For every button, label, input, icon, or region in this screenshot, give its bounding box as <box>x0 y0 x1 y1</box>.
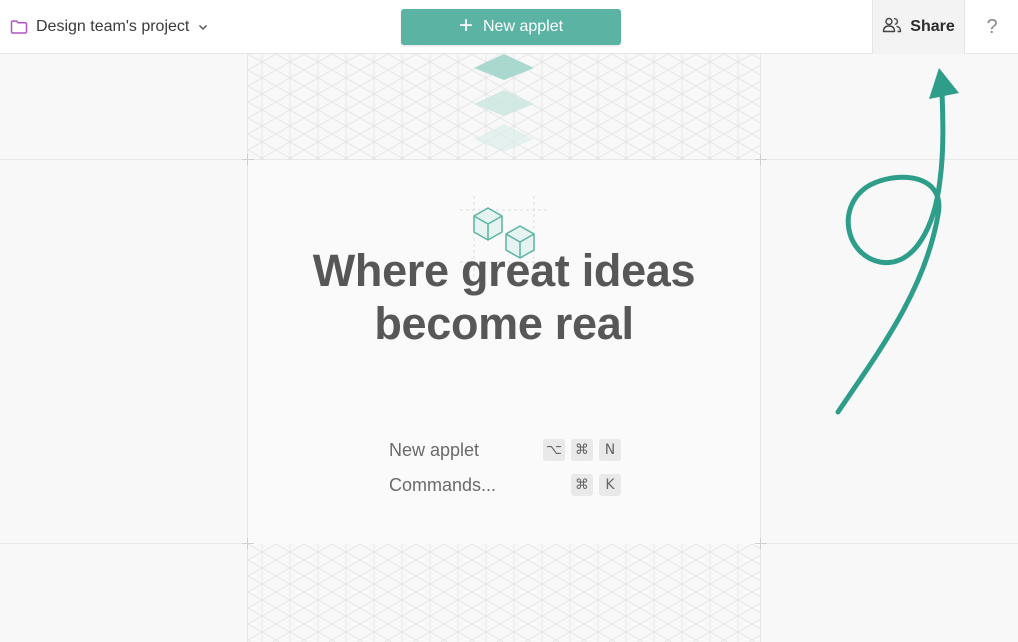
shortcut-label: Commands... <box>389 475 497 495</box>
shortcut-row-commands[interactable]: Commands... ⌘ K <box>389 473 621 508</box>
shortcut-label: New applet <box>389 440 480 460</box>
command-key: ⌘ <box>571 439 593 461</box>
help-button[interactable]: ? <box>966 0 1018 54</box>
new-applet-label: New applet <box>482 18 564 35</box>
new-applet-button[interactable]: + New applet <box>401 9 621 45</box>
headline-line-2: become real <box>374 298 634 349</box>
folder-icon <box>10 19 28 35</box>
option-key: ⌥ <box>543 439 565 461</box>
share-label: Share <box>910 18 955 35</box>
plus-icon: + <box>458 12 473 39</box>
headline-line-1: Where great ideas <box>312 245 696 296</box>
shortcut-list: New applet ⌥ ⌘ N Commands... ⌘ K <box>389 438 621 508</box>
key-group: ⌘ K <box>571 474 621 496</box>
users-icon <box>882 16 902 39</box>
chevron-down-icon <box>197 21 209 33</box>
key-group: ⌥ ⌘ N <box>543 439 621 461</box>
k-key: K <box>599 474 621 496</box>
command-key: ⌘ <box>571 474 593 496</box>
project-switcher[interactable]: Design team's project <box>10 14 209 40</box>
shortcut-row-new-applet[interactable]: New applet ⌥ ⌘ N <box>389 438 621 473</box>
help-icon: ? <box>986 15 998 38</box>
headline: Where great ideas become real <box>0 244 1008 350</box>
top-bar: Design team's project + New applet Share… <box>0 0 1018 54</box>
n-key: N <box>599 439 621 461</box>
share-button[interactable]: Share <box>872 0 965 54</box>
project-name: Design team's project <box>36 18 190 35</box>
